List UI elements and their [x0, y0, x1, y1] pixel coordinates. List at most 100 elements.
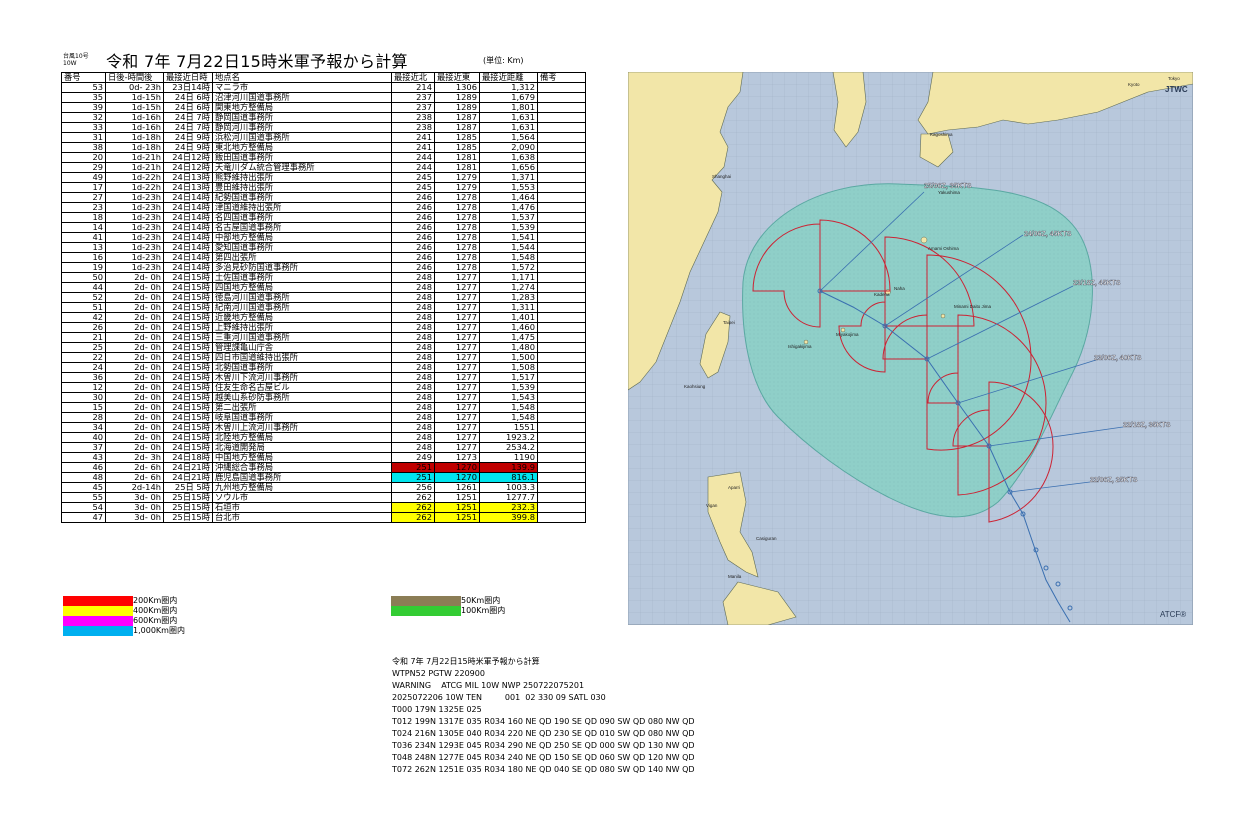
table-cell: 越美山系砂防事務所	[212, 392, 392, 403]
legend-label: 1,000Km圏内	[133, 626, 185, 635]
table-cell	[537, 142, 586, 153]
table-cell: 2d- 0h	[105, 352, 164, 363]
daito-island	[940, 313, 946, 319]
table-cell: 名古屋国道事務所	[212, 222, 392, 233]
legend-item: 400Km圏内	[63, 606, 185, 616]
table-cell: 土佐国道事務所	[212, 272, 392, 283]
table-cell: 2d- 0h	[105, 412, 164, 423]
table-cell: 43	[61, 452, 106, 463]
table-cell: 24日15時	[163, 292, 213, 303]
table-cell: 1289	[434, 92, 480, 103]
table-body: 53 0d- 23h 23日14時 マニラ市 214 1306 1,312 35 1d-15h 2…	[61, 82, 586, 523]
table-cell: 39	[61, 102, 106, 113]
table-cell: 関東地方整備局	[212, 102, 392, 113]
table-cell: 37	[61, 442, 106, 453]
column-header: 最接近北	[391, 72, 435, 83]
table-cell: 2d-14h	[105, 482, 164, 493]
table-cell: 2d- 0h	[105, 272, 164, 283]
table-cell: 天竜川ダム統合管理事務所	[212, 162, 392, 173]
table-cell: 46	[61, 462, 106, 473]
table-cell: 2534.2	[479, 442, 538, 453]
table-cell	[537, 402, 586, 413]
table-cell: 24日14時	[163, 262, 213, 273]
place-label: Ishigakijima	[788, 344, 812, 349]
table-cell	[537, 152, 586, 163]
table-cell: 248	[391, 322, 435, 333]
table-cell: 22	[61, 352, 106, 363]
table-cell: 20	[61, 152, 106, 163]
table-row: 51 2d- 0h 24日15時 紀南河川国道事務所 248 1277 1,311	[61, 302, 586, 313]
table-cell	[537, 272, 586, 283]
legend-swatch	[63, 596, 133, 606]
table-cell: 24日15時	[163, 422, 213, 433]
table-cell: 3d- 0h	[105, 502, 164, 513]
table-cell: 1,548	[479, 402, 538, 413]
table-cell: 399.8	[479, 512, 538, 523]
table-cell: 31	[61, 132, 106, 143]
table-cell: 1,572	[479, 262, 538, 273]
table-cell: 29	[61, 162, 106, 173]
table-cell: 24日15時	[163, 312, 213, 323]
table-cell: 244	[391, 162, 435, 173]
table-cell	[537, 282, 586, 293]
table-cell: 1d-23h	[105, 242, 164, 253]
table-cell: 24	[61, 362, 106, 373]
table-row: 14 1d-23h 24日14時 名古屋国道事務所 246 1278 1,539	[61, 222, 586, 233]
table-cell	[537, 322, 586, 333]
table-cell	[537, 232, 586, 243]
table-cell	[537, 492, 586, 503]
table-row: 50 2d- 0h 24日15時 土佐国道事務所 248 1277 1,171	[61, 272, 586, 283]
table-cell: 1277.7	[479, 492, 538, 503]
table-cell: 50	[61, 272, 106, 283]
table-cell: 24日 9時	[163, 132, 213, 143]
table-cell: 1,548	[479, 252, 538, 263]
table-cell: 2d- 0h	[105, 362, 164, 373]
table-cell	[537, 482, 586, 493]
table-cell: 25	[61, 342, 106, 353]
table-cell: 26	[61, 322, 106, 333]
table-cell: 25日 5時	[163, 482, 213, 493]
table-cell: 津国道維持出張所	[212, 202, 392, 213]
table-cell: 1,508	[479, 362, 538, 373]
table-cell: 24日15時	[163, 352, 213, 363]
table-cell: 24日14時	[163, 212, 213, 223]
forecast-line: T048 248N 1277E 045 R034 240 NE QD 150 S…	[392, 753, 695, 762]
table-row: 19 1d-23h 24日14時 多治見砂防国道事務所 246 1278 1,572	[61, 262, 586, 273]
table-cell: 1d-18h	[105, 142, 164, 153]
table-cell: 石垣市	[212, 502, 392, 513]
table-cell: 237	[391, 102, 435, 113]
table-cell: 40	[61, 432, 106, 443]
table-cell: 24日15時	[163, 302, 213, 313]
track-label: 25/06Z, 35KTS	[924, 183, 972, 190]
table-cell: 沼津河川国道事務所	[212, 92, 392, 103]
legend-swatch	[63, 616, 133, 626]
table-cell	[537, 352, 586, 363]
place-label: Taipei	[723, 320, 735, 325]
table-row: 35 1d-15h 24日 6時 沼津河川国道事務所 237 1289 1,679	[61, 92, 586, 103]
table-cell	[537, 392, 586, 403]
table-cell	[537, 222, 586, 233]
table-cell: 24日 9時	[163, 142, 213, 153]
table-header-row: 番号 日後-時間後 最接近日時 地点名 最接近北 最接近東 最接近距離 備考	[61, 72, 586, 83]
table-cell: 1,475	[479, 332, 538, 343]
table-cell	[537, 92, 586, 103]
table-cell: 1,548	[479, 412, 538, 423]
table-cell: 1923.2	[479, 432, 538, 443]
table-cell: 246	[391, 262, 435, 273]
table-cell: 3d- 0h	[105, 492, 164, 503]
table-cell: 35	[61, 92, 106, 103]
table-cell: 0d- 23h	[105, 82, 164, 93]
legend-label: 400Km圏内	[133, 606, 178, 615]
table-cell: 1277	[434, 432, 480, 443]
table-row: 46 2d- 6h 24日21時 沖縄総合事務局 251 1270 139.9	[61, 462, 586, 473]
table-cell: 24日14時	[163, 232, 213, 243]
table-cell: 816.1	[479, 472, 538, 483]
table-cell: 1d-23h	[105, 222, 164, 233]
table-cell: 1278	[434, 212, 480, 223]
table-cell: 1d-23h	[105, 212, 164, 223]
table-cell: 24日12時	[163, 152, 213, 163]
table-cell: 1d-23h	[105, 192, 164, 203]
table-cell	[537, 122, 586, 133]
table-row: 40 2d- 0h 24日15時 北陸地方整備局 248 1277 1923.2	[61, 432, 586, 443]
table-cell: 木曽川上流河川事務所	[212, 422, 392, 433]
